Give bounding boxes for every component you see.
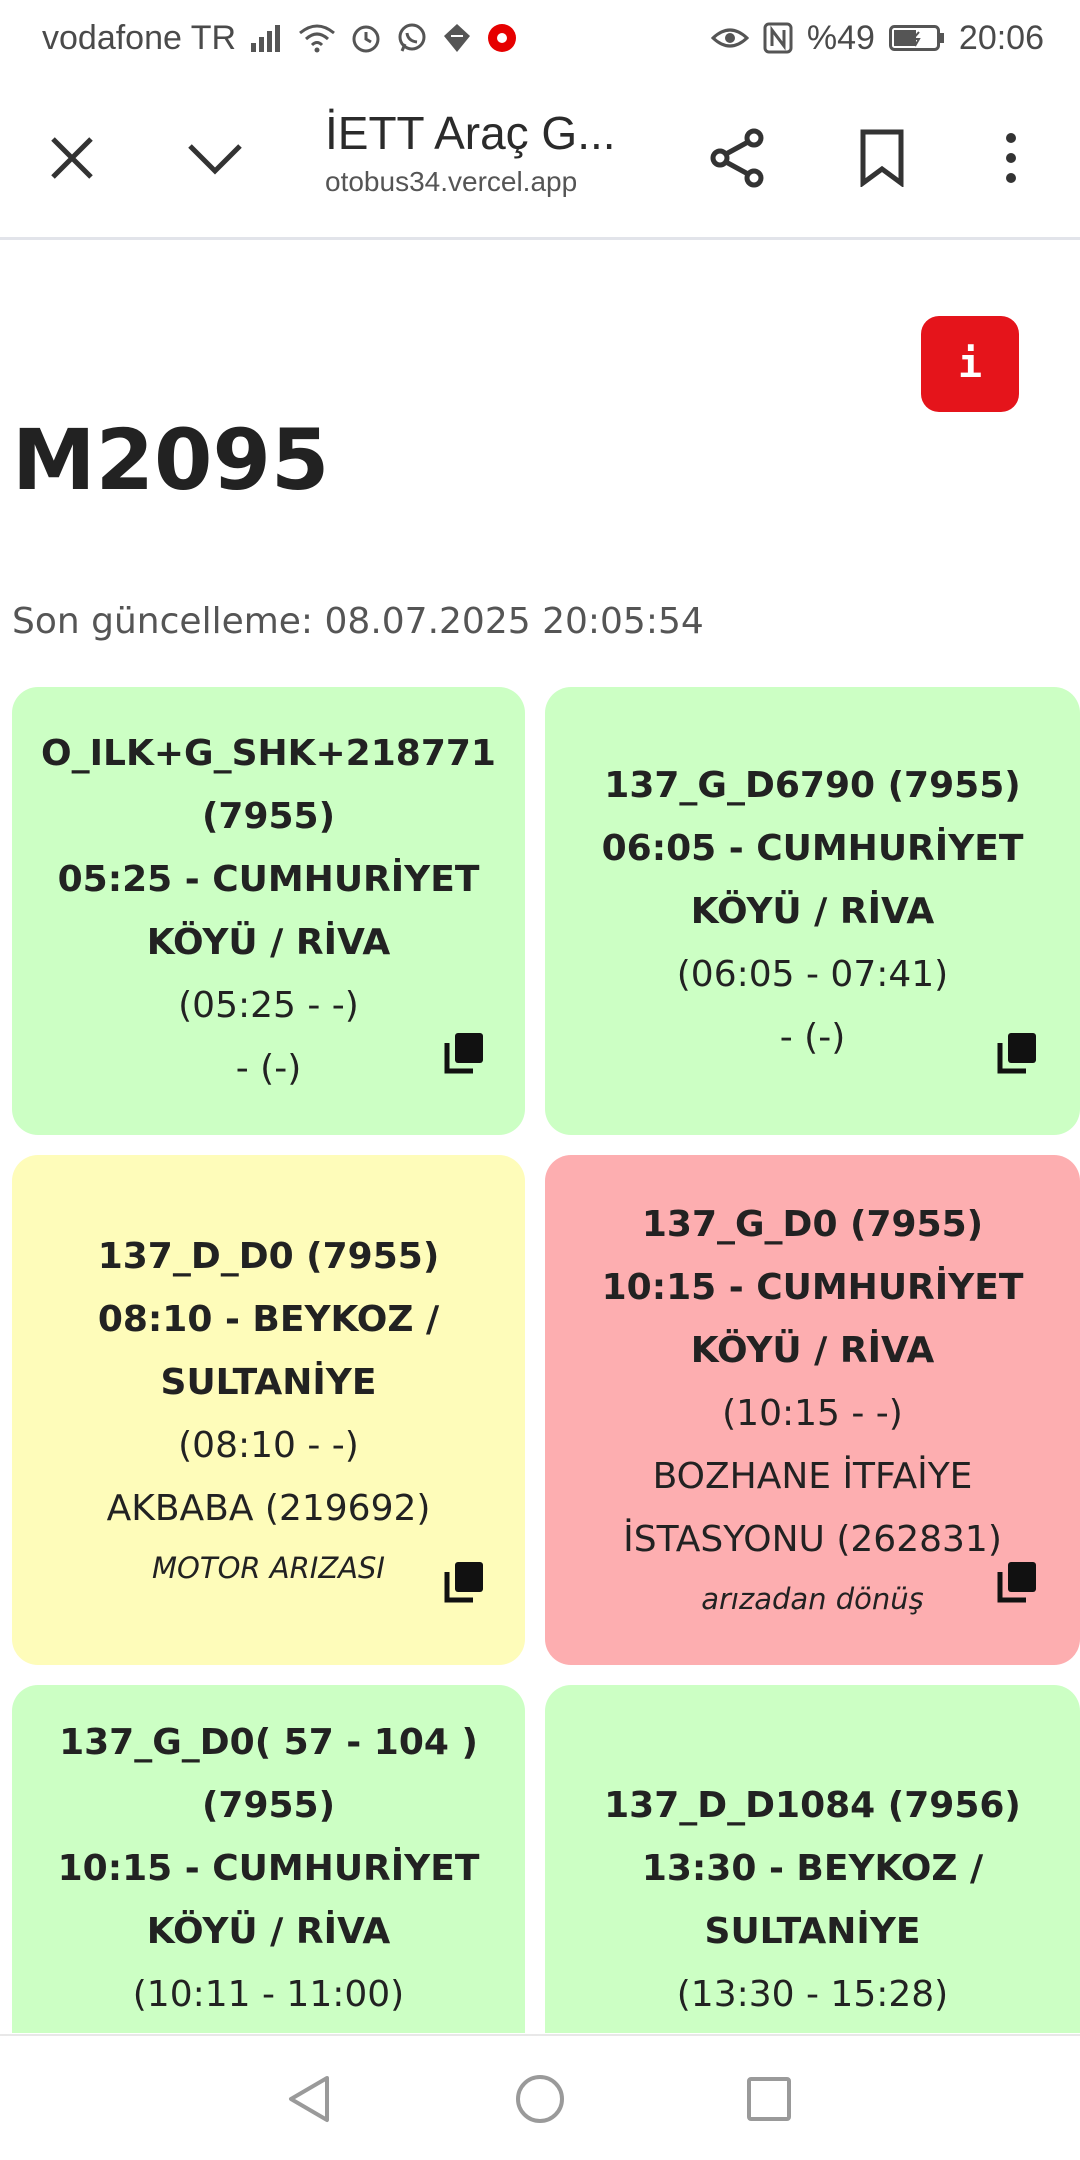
back-button[interactable] [281, 2071, 337, 2127]
bookmark-button[interactable] [850, 126, 914, 190]
trip-code-line2: (7955) [201, 796, 336, 837]
copy-icon[interactable] [996, 1560, 1040, 1604]
trip-times: (10:11 - 11:00) [132, 1974, 405, 2015]
copy-icon[interactable] [996, 1031, 1040, 1075]
trip-times: (10:15 - -) [722, 1393, 903, 1434]
trip-note: MOTOR ARIZASI [152, 1550, 385, 1585]
address-area[interactable]: İETT Araç G... otobus34.vercel.app [325, 106, 616, 198]
home-icon [516, 2075, 564, 2123]
trip-route: 13:30 - BEYKOZ / SULTANİYE [641, 1848, 984, 1952]
signal-icon [250, 23, 284, 53]
more-options-button[interactable] [979, 126, 1043, 190]
recents-icon [747, 2077, 791, 2121]
close-icon [51, 137, 93, 179]
trip-card: 137_D_D1084 (7956) 13:30 - BEYKOZ / SULT… [545, 1685, 1080, 2033]
trip-card: 137_G_D6790 (7955) 06:05 - CUMHURİYET KÖ… [545, 687, 1080, 1135]
share-button[interactable] [706, 126, 770, 190]
trip-location: AKBABA (219692) [106, 1487, 431, 1529]
battery-icon [888, 24, 945, 52]
trip-location: - (-) [235, 1048, 302, 1089]
copy-icon[interactable] [443, 1560, 487, 1604]
trip-code-line2: (7955) [201, 1785, 336, 1826]
last-update-label: Son güncelleme: 08.07.2025 20:05:54 [12, 601, 704, 642]
trip-card: 137_D_D0 (7955) 08:10 - BEYKOZ / SULTANİ… [12, 1155, 525, 1665]
app-icon [442, 22, 472, 54]
copy-icon[interactable] [443, 1031, 487, 1075]
home-button[interactable] [512, 2071, 568, 2127]
trip-route: 10:15 - CUMHURİYET KÖYÜ / RİVA [601, 1267, 1024, 1371]
trip-route: 08:10 - BEYKOZ / SULTANİYE [97, 1298, 440, 1403]
trip-code: O_ILK+G_SHK+218771 [41, 733, 496, 774]
carrier-label: vodafone TR [42, 18, 237, 57]
browser-toolbar: İETT Araç G... otobus34.vercel.app [0, 76, 1080, 240]
trip-location: BOZHANE İTFAİYE İSTASYONU (262831) [623, 1456, 1002, 1560]
trip-code: 137_G_D0( 57 - 104 ) [59, 1722, 478, 1763]
trip-code: 137_D_D1084 (7956) [604, 1785, 1021, 1826]
vodafone-icon [486, 22, 518, 54]
trip-route: 10:15 - CUMHURİYET KÖYÜ / RİVA [57, 1848, 480, 1952]
trip-card: 137_G_D0 (7955) 10:15 - CUMHURİYET KÖYÜ … [545, 1155, 1080, 1665]
system-nav-bar [0, 2034, 1080, 2160]
trip-card: 137_G_D0( 57 - 104 ) (7955) 10:15 - CUMH… [12, 1685, 525, 2033]
eye-icon [710, 24, 749, 52]
wifi-icon [298, 23, 336, 53]
back-icon [289, 2076, 329, 2122]
page-content: i M2095 Son güncelleme: 08.07.2025 20:05… [0, 243, 1080, 2033]
trip-note: arızadan dönüş [701, 1582, 924, 1616]
info-button[interactable]: i [921, 316, 1019, 412]
chevron-down-icon [188, 144, 242, 175]
trip-times: (13:30 - 15:28) [676, 1974, 949, 2015]
trip-route: 05:25 - CUMHURİYET KÖYÜ / RİVA [57, 859, 480, 963]
recents-button[interactable] [741, 2071, 797, 2127]
info-icon: i [957, 341, 983, 387]
status-bar: vodafone TR %49 20:06 [0, 0, 1080, 76]
nfc-icon [763, 22, 793, 54]
trip-times: (05:25 - -) [178, 985, 359, 1026]
trip-times: (08:10 - -) [178, 1424, 359, 1466]
close-tab-button[interactable] [40, 126, 104, 190]
trip-code: 137_G_D6790 (7955) [604, 764, 1021, 806]
trip-code: 137_D_D0 (7955) [97, 1235, 440, 1277]
minimize-button[interactable] [183, 126, 247, 190]
battery-percent: %49 [806, 18, 875, 57]
trip-route: 06:05 - CUMHURİYET KÖYÜ / RİVA [601, 827, 1024, 932]
bookmark-icon [860, 129, 904, 187]
clock: 20:06 [958, 18, 1044, 57]
more-vert-icon [1006, 133, 1016, 183]
trip-card: O_ILK+G_SHK+218771 (7955) 05:25 - CUMHUR… [12, 687, 525, 1135]
page-title: M2095 [12, 411, 330, 509]
page-url: otobus34.vercel.app [325, 166, 578, 197]
trip-times: (06:05 - 07:41) [676, 953, 949, 995]
alarm-icon [350, 22, 382, 54]
page-tab-title: İETT Araç G... [325, 107, 616, 159]
trip-location: - (-) [779, 1016, 846, 1058]
whatsapp-icon [396, 22, 428, 54]
share-icon [710, 128, 764, 188]
trip-code: 137_G_D0 (7955) [641, 1204, 984, 1245]
